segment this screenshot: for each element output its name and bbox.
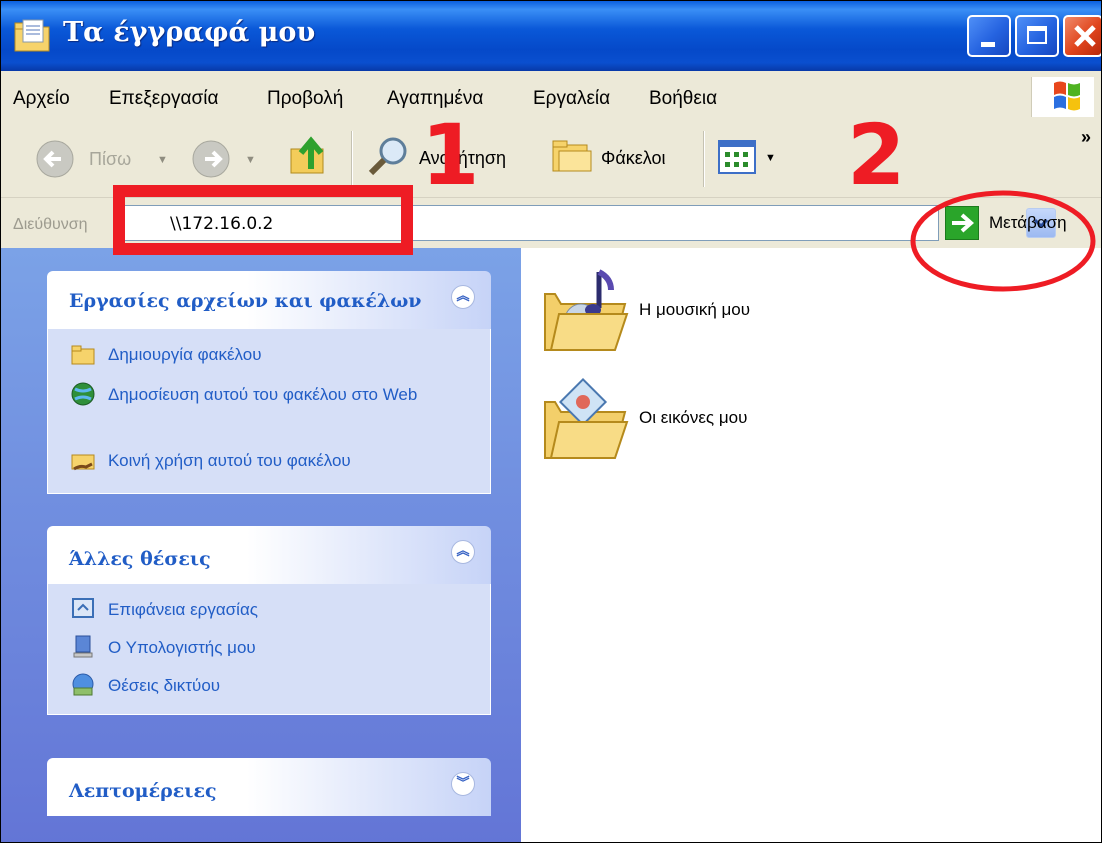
file-tasks-panel: Εργασίες αρχείων και φακέλων ︽ Δημιουργί… bbox=[47, 271, 491, 494]
windows-logo bbox=[1031, 77, 1094, 117]
other-places-body: Επιφάνεια εργασίας Ο Υπολογιστής μου Θέσ… bbox=[47, 584, 491, 715]
toolbar-separator bbox=[351, 131, 353, 187]
views-dropdown-icon: ▼ bbox=[765, 152, 776, 164]
up-folder-icon bbox=[290, 136, 324, 174]
pictures-folder-icon bbox=[544, 377, 629, 459]
documents-folder-icon bbox=[14, 19, 50, 52]
file-tasks-title: Εργασίες αρχείων και φακέλων bbox=[69, 290, 422, 312]
forward-dropdown-icon: ▼ bbox=[245, 154, 256, 166]
task-label: Κοινή χρήση αυτού του φακέλου bbox=[108, 451, 351, 470]
back-arrow-icon bbox=[36, 140, 74, 178]
window-title: Τα έγγραφά μου bbox=[63, 17, 316, 48]
forward-arrow-icon bbox=[192, 140, 230, 178]
task-label: Δημιουργία φακέλου bbox=[108, 345, 262, 364]
menu-help[interactable]: Βοήθεια bbox=[649, 88, 717, 110]
file-tasks-header[interactable]: Εργασίες αρχείων και φακέλων ︽ bbox=[47, 271, 491, 329]
up-button[interactable] bbox=[287, 133, 337, 183]
annotation-step-2: 2 bbox=[847, 106, 906, 204]
windows-flag-icon bbox=[1054, 81, 1080, 111]
details-title: Λεπτομέρειες bbox=[69, 780, 217, 802]
place-label: Ο Υπολογιστής μου bbox=[108, 638, 256, 657]
annotation-ellipse-go bbox=[910, 190, 1096, 292]
menu-view[interactable]: Προβολή bbox=[267, 88, 343, 110]
toolbar-separator bbox=[703, 131, 705, 187]
close-icon bbox=[1074, 25, 1096, 47]
explorer-window: Τα έγγραφά μου Αρχείο Επεξεργασία Προβολ… bbox=[0, 0, 1102, 843]
folders-icon bbox=[552, 140, 592, 172]
music-folder-icon bbox=[544, 269, 629, 351]
desktop-icon bbox=[72, 598, 94, 618]
other-places-header[interactable]: Άλλες θέσεις ︽ bbox=[47, 526, 491, 584]
other-places-panel: Άλλες θέσεις ︽ Επιφάνεια εργασίας Ο Υπολ… bbox=[47, 526, 491, 715]
menu-bar: Αρχείο Επεξεργασία Προβολή Αγαπημένα Εργ… bbox=[1, 71, 1101, 124]
task-label: Δημοσίευση αυτού του φακέλου στο Web bbox=[108, 385, 418, 404]
minimize-icon bbox=[981, 42, 995, 47]
back-label: Πίσω bbox=[89, 149, 132, 169]
place-label: Επιφάνεια εργασίας bbox=[108, 600, 258, 619]
menu-file[interactable]: Αρχείο bbox=[13, 88, 70, 110]
menu-edit[interactable]: Επεξεργασία bbox=[109, 88, 218, 110]
back-dropdown-icon: ▼ bbox=[157, 154, 168, 166]
annotation-step-1: 1 bbox=[421, 106, 480, 204]
folder-content: Η μουσική μου Οι εικόνες μου bbox=[521, 248, 1101, 842]
annotation-box-address bbox=[113, 185, 413, 255]
views-icon bbox=[718, 140, 756, 174]
forward-button[interactable]: ▼ bbox=[191, 136, 271, 182]
share-folder-icon bbox=[71, 454, 95, 471]
toolbar-overflow-chevron[interactable]: » bbox=[1081, 127, 1091, 148]
address-label: Διεύθυνση bbox=[13, 216, 88, 233]
collapse-icon[interactable]: ︽ bbox=[451, 540, 475, 564]
details-panel: Λεπτομέρειες ︾ bbox=[47, 758, 491, 816]
close-button[interactable] bbox=[1063, 15, 1101, 57]
folders-label: Φάκελοι bbox=[601, 148, 666, 168]
folder-my-music[interactable]: Η μουσική μου bbox=[541, 264, 841, 360]
file-tasks-body: Δημιουργία φακέλου Δημοσίευση αυτού του … bbox=[47, 329, 491, 494]
other-places-title: Άλλες θέσεις bbox=[69, 548, 211, 570]
computer-icon bbox=[73, 635, 93, 658]
menu-tools[interactable]: Εργαλεία bbox=[533, 88, 610, 110]
title-bar[interactable]: Τα έγγραφά μου bbox=[1, 1, 1101, 71]
back-button[interactable]: Πίσω ▼ bbox=[35, 136, 175, 182]
new-folder-icon bbox=[71, 345, 95, 365]
network-places-icon bbox=[72, 673, 94, 696]
place-label: Θέσεις δικτύου bbox=[108, 676, 221, 695]
minimize-button[interactable] bbox=[967, 15, 1011, 57]
views-button[interactable]: ▼ bbox=[717, 137, 789, 181]
folders-button[interactable]: Φάκελοι bbox=[549, 133, 697, 183]
globe-icon bbox=[71, 382, 95, 406]
maximize-icon bbox=[1027, 26, 1047, 44]
search-icon bbox=[368, 137, 407, 176]
task-pane: Εργασίες αρχείων και φακέλων ︽ Δημιουργί… bbox=[1, 248, 521, 842]
folder-label: Η μουσική μου bbox=[639, 300, 751, 319]
folder-my-pictures[interactable]: Οι εικόνες μου bbox=[541, 372, 841, 468]
details-header[interactable]: Λεπτομέρειες ︾ bbox=[47, 758, 491, 816]
expand-icon[interactable]: ︾ bbox=[451, 772, 475, 796]
folder-label: Οι εικόνες μου bbox=[639, 408, 748, 427]
collapse-icon[interactable]: ︽ bbox=[451, 285, 475, 309]
maximize-button[interactable] bbox=[1015, 15, 1059, 57]
